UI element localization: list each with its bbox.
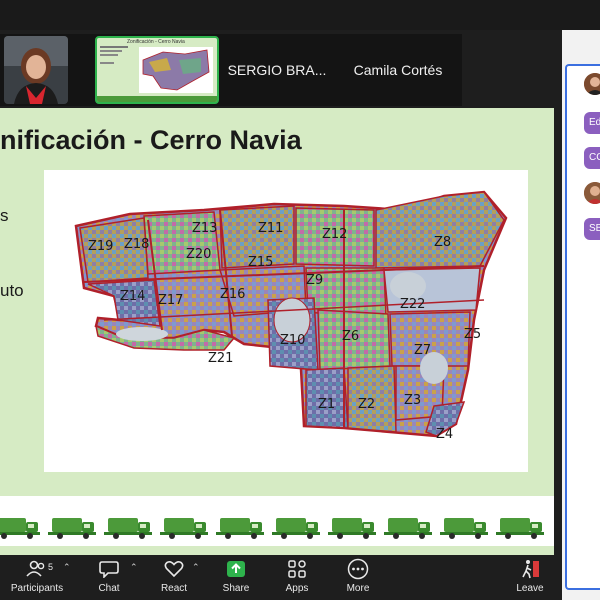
leave-icon: [519, 556, 541, 582]
more-icon: [347, 556, 369, 582]
chat-icon: [99, 556, 119, 582]
participants-label: Participants: [10, 583, 64, 594]
window-top-bar: [0, 0, 600, 30]
share-label: Share: [222, 583, 250, 594]
zone-label: Z22: [400, 297, 425, 312]
chat-label: Chat: [98, 583, 120, 594]
participants-side-panel: Ed CC SB: [562, 30, 600, 600]
participant-tile-camila[interactable]: Camila Cortés: [338, 36, 458, 104]
zone-label: Z7: [414, 343, 431, 358]
participant-video-tile[interactable]: [4, 36, 68, 104]
shared-slide: nificación - Cerro Navia s uto Z19 Z18 Z…: [0, 108, 554, 555]
zone-label: Z21: [208, 351, 233, 366]
participant-name: SERGIO BRA...: [227, 62, 327, 78]
zoning-map-graphic: Z19 Z18 Z13 Z11 Z12 Z8 Z20 Z15 Z9 Z14 Z1…: [74, 190, 508, 442]
participant-initials-chip[interactable]: Ed: [584, 112, 600, 134]
react-caret-icon[interactable]: ⌃: [192, 562, 200, 573]
zone-label: Z8: [434, 235, 451, 250]
participant-initials-chip[interactable]: CC: [584, 147, 600, 169]
participant-video: [4, 36, 68, 104]
zone-label: Z14: [120, 289, 145, 304]
apps-button[interactable]: Apps: [280, 556, 314, 600]
zone-label: Z11: [258, 221, 283, 236]
participant-avatar[interactable]: [584, 73, 600, 95]
zone-label: Z20: [186, 247, 211, 262]
share-screen-icon: [226, 556, 246, 582]
slide-text-fragment: uto: [0, 281, 24, 300]
leave-label: Leave: [516, 583, 544, 594]
participants-button[interactable]: Participants: [8, 556, 66, 600]
chat-caret-icon[interactable]: ⌃: [130, 562, 138, 573]
zone-label: Z9: [306, 273, 323, 288]
participants-count: 5: [48, 562, 54, 572]
participants-list: [565, 64, 600, 590]
react-button[interactable]: React: [154, 556, 194, 600]
zone-label: Z17: [158, 293, 183, 308]
thumbnail-preview: [97, 46, 217, 102]
zone-label: Z2: [358, 397, 375, 412]
leave-button[interactable]: Leave: [512, 556, 548, 600]
more-button[interactable]: More: [340, 556, 376, 600]
slide-text-fragment: s: [0, 206, 9, 225]
zone-label: Z5: [464, 327, 481, 342]
zoom-meeting-window: Zonificación - Cerro Navia SERGIO BRA...…: [0, 0, 600, 600]
apps-icon: [287, 556, 307, 582]
participant-initials-chip[interactable]: SB: [584, 218, 600, 240]
participant-avatar[interactable]: [584, 182, 600, 204]
zone-label: Z10: [280, 333, 305, 348]
zone-label: Z19: [88, 239, 113, 254]
zone-label: Z18: [124, 237, 149, 252]
participants-icon: [26, 556, 48, 582]
zone-label: Z6: [342, 329, 359, 344]
more-label: More: [346, 583, 370, 594]
truck-row-graphic: [0, 496, 554, 546]
zone-label: Z13: [192, 221, 217, 236]
react-label: React: [160, 583, 188, 594]
zone-label: Z15: [248, 255, 273, 270]
participant-strip: Zonificación - Cerro Navia SERGIO BRA...…: [0, 34, 462, 106]
zone-label: Z16: [220, 287, 245, 302]
zoning-map: Z19 Z18 Z13 Z11 Z12 Z8 Z20 Z15 Z9 Z14 Z1…: [44, 170, 528, 472]
avatar-photo: [584, 182, 600, 204]
slide-title: nificación - Cerro Navia: [0, 125, 302, 155]
participant-tile-sergio[interactable]: SERGIO BRA...: [222, 36, 332, 104]
avatar-photo: [584, 73, 600, 95]
meeting-toolbar: Participants 5 ⌃ Chat ⌃ React ⌃ Share Ap…: [0, 556, 562, 600]
participants-caret-icon[interactable]: ⌃: [63, 562, 71, 573]
heart-icon: [164, 556, 184, 582]
participant-name: Camila Cortés: [353, 62, 443, 78]
zone-label: Z4: [436, 427, 453, 442]
share-button[interactable]: Share: [218, 556, 254, 600]
garbage-truck-banner: [0, 496, 554, 546]
apps-label: Apps: [285, 583, 309, 594]
zone-label: Z3: [404, 393, 421, 408]
shared-screen-thumbnail[interactable]: Zonificación - Cerro Navia: [95, 36, 219, 104]
zone-label: Z12: [322, 227, 347, 242]
chat-button[interactable]: Chat: [92, 556, 126, 600]
zone-label: Z1: [318, 397, 335, 412]
